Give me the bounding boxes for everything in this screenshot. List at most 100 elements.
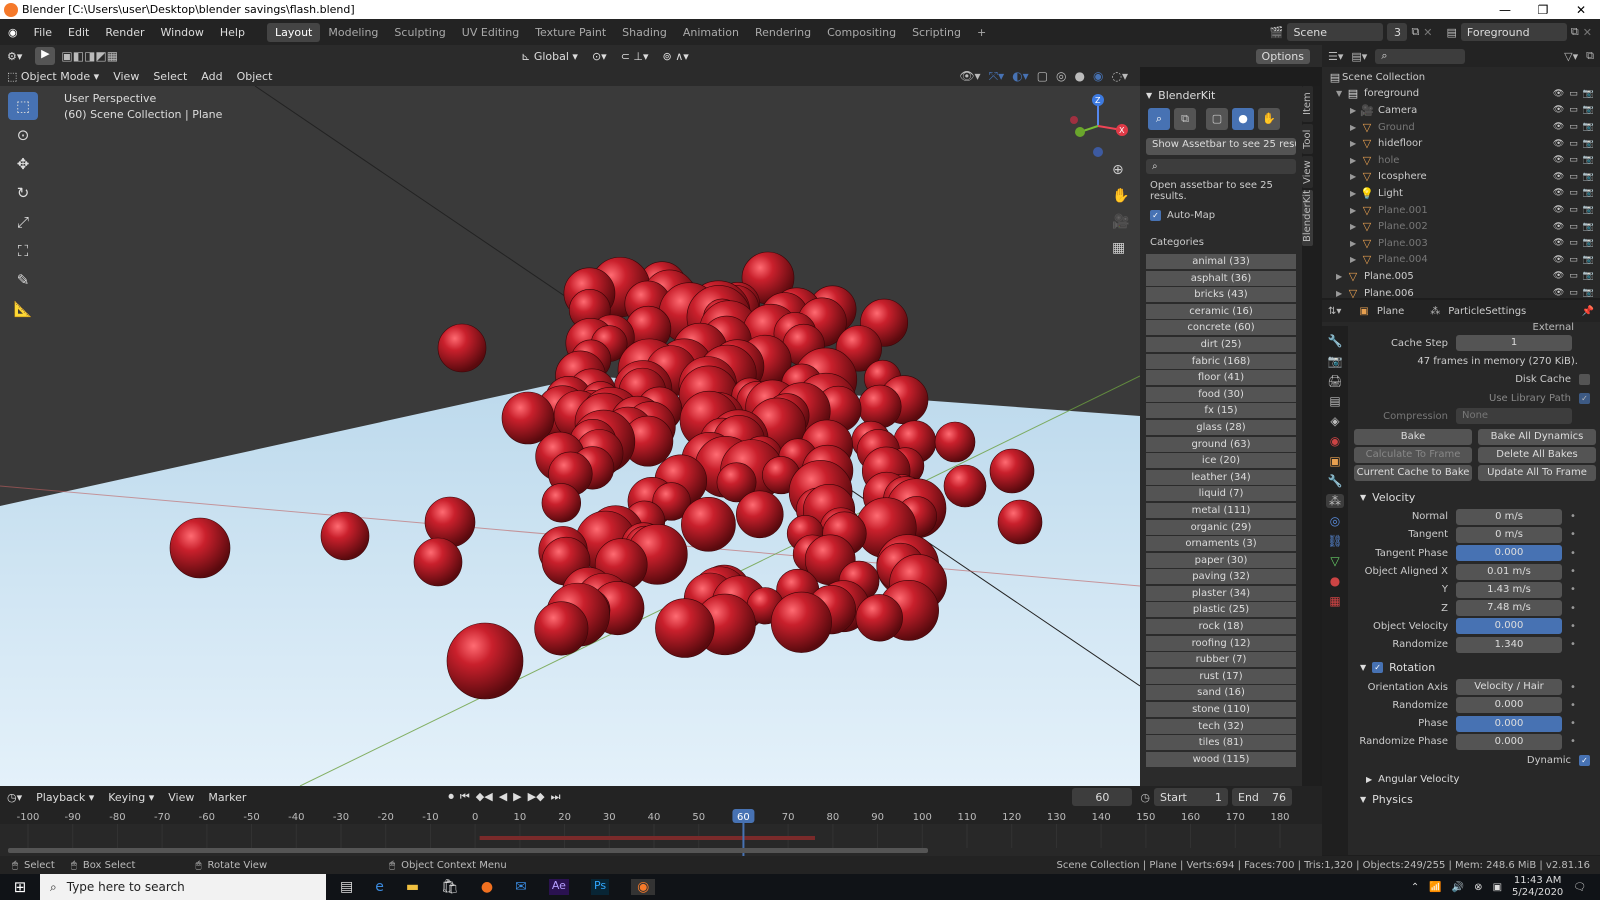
clock-time[interactable]: 11:43 AM bbox=[1512, 875, 1563, 887]
outliner-editor-icon[interactable]: ☰▾ bbox=[1328, 50, 1343, 63]
category-button[interactable]: food (30) bbox=[1146, 386, 1296, 402]
use-library-path-checkbox[interactable]: ✓ bbox=[1579, 392, 1590, 404]
category-button[interactable]: concrete (60) bbox=[1146, 320, 1296, 336]
viewport-toggle-icon[interactable]: ▭ bbox=[1569, 172, 1578, 182]
expand-toggle-icon[interactable]: ▶ bbox=[1350, 206, 1360, 215]
render-toggle-icon[interactable]: 📷 bbox=[1583, 155, 1594, 165]
outliner-row[interactable]: ▶ 🎥 Camera 👁 ▭ 📷 bbox=[1322, 102, 1600, 119]
visibility-toggle-icon[interactable]: 👁 bbox=[1553, 122, 1564, 132]
close-button[interactable]: ✕ bbox=[1562, 3, 1600, 17]
maximize-button[interactable]: ❐ bbox=[1524, 3, 1562, 17]
render-toggle-icon[interactable]: 📷 bbox=[1583, 271, 1594, 281]
category-button[interactable]: liquid (7) bbox=[1146, 486, 1296, 502]
snap-icon[interactable]: ⊂ ⊥▾ bbox=[614, 48, 656, 65]
workspace-tab-shading[interactable]: Shading bbox=[614, 23, 675, 42]
record-icon[interactable]: ⏺ bbox=[448, 790, 454, 804]
measure-icon[interactable]: 📐 bbox=[8, 295, 38, 323]
category-button[interactable]: paving (32) bbox=[1146, 569, 1296, 585]
expand-toggle-icon[interactable]: ▼ bbox=[1336, 89, 1346, 98]
velocity-panel-header[interactable]: ▼ Velocity bbox=[1352, 487, 1600, 507]
viewport-menu-object[interactable]: Object bbox=[230, 68, 280, 85]
end-frame-field[interactable]: End 76 bbox=[1232, 788, 1292, 806]
photoshop-icon[interactable]: Ps bbox=[590, 879, 610, 895]
jump-start-icon[interactable]: ⏮ bbox=[460, 790, 470, 804]
modifier-icon[interactable]: 🔧 bbox=[1328, 474, 1343, 488]
texture-icon[interactable]: ▦ bbox=[1329, 594, 1340, 608]
viewport-toggle-icon[interactable]: ▭ bbox=[1569, 89, 1578, 99]
viewport-toggle-icon[interactable]: ▭ bbox=[1569, 222, 1578, 232]
material-icon[interactable]: ● bbox=[1330, 574, 1340, 588]
render-toggle-icon[interactable]: 📷 bbox=[1583, 222, 1594, 232]
particles-icon[interactable]: ⁂ bbox=[1326, 494, 1344, 508]
render-icon[interactable]: 📷 bbox=[1328, 354, 1343, 368]
category-button[interactable]: ground (63) bbox=[1146, 436, 1296, 452]
outliner-row[interactable]: ▶ 💡 Light 👁 ▭ 📷 bbox=[1322, 185, 1600, 202]
outliner-row[interactable]: ▶ ▽ Icosphere 👁 ▭ 📷 bbox=[1322, 169, 1600, 186]
add-workspace-icon[interactable]: + bbox=[969, 23, 994, 42]
windows-start-icon[interactable]: ⊞ bbox=[0, 878, 40, 896]
category-button[interactable]: ice (20) bbox=[1146, 453, 1296, 469]
category-button[interactable]: rock (18) bbox=[1146, 619, 1296, 635]
expand-toggle-icon[interactable]: ▶ bbox=[1350, 156, 1360, 165]
shading-rendered-icon[interactable]: ◌▾ bbox=[1112, 69, 1129, 84]
annotate-icon[interactable]: ✎ bbox=[8, 266, 38, 294]
menu-render[interactable]: Render bbox=[97, 26, 152, 39]
output-icon[interactable]: 🖨 bbox=[1327, 374, 1342, 388]
visibility-toggle-icon[interactable]: 👁 bbox=[1553, 188, 1564, 198]
menu-edit[interactable]: Edit bbox=[60, 26, 97, 39]
viewport-menu-select[interactable]: Select bbox=[146, 68, 194, 85]
tray-up-icon[interactable]: ⌃ bbox=[1411, 882, 1419, 893]
tool-settings-icon[interactable]: 🔧 bbox=[1328, 334, 1343, 348]
category-button[interactable]: rubber (7) bbox=[1146, 652, 1296, 668]
scene-field[interactable]: Scene bbox=[1287, 23, 1384, 41]
property-field[interactable]: 0 m/s bbox=[1456, 508, 1562, 525]
category-button[interactable]: ornaments (3) bbox=[1146, 536, 1296, 552]
mode-dropdown[interactable]: ⬚ Object Mode ▾ bbox=[0, 68, 106, 85]
delete-all-bakes-button[interactable]: Delete All Bakes bbox=[1478, 447, 1596, 464]
category-button[interactable]: rust (17) bbox=[1146, 668, 1296, 684]
selection-mode-icons[interactable]: ▣◧◨◩▦ bbox=[61, 49, 118, 63]
editor-type-dropdown[interactable]: ⚙▾ bbox=[0, 48, 29, 65]
network-icon[interactable]: 📶 bbox=[1429, 882, 1441, 893]
category-button[interactable]: plaster (34) bbox=[1146, 585, 1296, 601]
view-layer-props-icon[interactable]: ▤ bbox=[1329, 394, 1340, 408]
workspace-tab-layout[interactable]: Layout bbox=[266, 22, 321, 42]
property-field[interactable]: 0.000 bbox=[1456, 618, 1562, 635]
outliner-row[interactable]: ▼ ▤ foreground 👁 ▭ 📷 bbox=[1322, 86, 1600, 103]
outliner-row[interactable]: ▶ ▽ Ground 👁 ▭ 📷 bbox=[1322, 119, 1600, 136]
navigation-gizmo[interactable]: Z X bbox=[1062, 90, 1132, 160]
category-button[interactable]: leather (34) bbox=[1146, 469, 1296, 485]
viewport-toggle-icon[interactable]: ▭ bbox=[1569, 271, 1578, 281]
pan-hand-icon[interactable]: ✋ bbox=[1112, 188, 1129, 204]
timeline-scrollbar[interactable] bbox=[8, 848, 928, 853]
keyframe-dot-icon[interactable]: • bbox=[1570, 700, 1576, 711]
properties-editor-icon[interactable]: ⇅▾ bbox=[1328, 306, 1341, 317]
xray-icon[interactable]: ▢ bbox=[1037, 69, 1048, 84]
brush-icon[interactable]: ✋ bbox=[1258, 108, 1280, 130]
notification-badge-icon[interactable]: ▣ bbox=[1493, 882, 1502, 893]
outliner-row[interactable]: ▶ ▽ Plane.005 👁 ▭ 📷 bbox=[1322, 268, 1600, 285]
remove-view-layer-icon[interactable]: ✕ bbox=[1583, 26, 1592, 39]
tool-select-icon[interactable]: ▶ bbox=[35, 47, 56, 65]
visibility-toggle-icon[interactable]: 👁 bbox=[1553, 139, 1564, 149]
new-view-layer-icon[interactable]: ⧉ bbox=[1571, 25, 1579, 39]
task-view-icon[interactable]: ▤ bbox=[340, 879, 353, 895]
workspace-tab-compositing[interactable]: Compositing bbox=[819, 23, 904, 42]
outliner-root[interactable]: ▤ Scene Collection bbox=[1322, 69, 1600, 86]
pivot-point-icon[interactable]: ⊙▾ bbox=[585, 48, 614, 65]
camera-view-icon[interactable]: 🎥 bbox=[1112, 214, 1129, 230]
keying-menu[interactable]: Keying ▾ bbox=[101, 789, 161, 806]
proportional-edit-icon[interactable]: ⊚ ∧▾ bbox=[656, 48, 696, 65]
firefox-icon[interactable]: ● bbox=[481, 879, 493, 895]
render-toggle-icon[interactable]: 📷 bbox=[1583, 139, 1594, 149]
expand-toggle-icon[interactable]: ▶ bbox=[1350, 172, 1360, 181]
property-field[interactable]: 7.48 m/s bbox=[1456, 600, 1562, 617]
outliner-row[interactable]: ▶ ▽ hidefloor 👁 ▭ 📷 bbox=[1322, 135, 1600, 152]
tab-tool[interactable]: Tool bbox=[1302, 124, 1313, 154]
render-toggle-icon[interactable]: 📷 bbox=[1583, 89, 1594, 99]
asset-search-input[interactable]: ⌕ bbox=[1146, 159, 1296, 174]
clock-icon[interactable]: ◷ bbox=[1140, 791, 1150, 804]
keyframe-dot-icon[interactable]: • bbox=[1570, 718, 1576, 729]
keyframe-dot-icon[interactable]: • bbox=[1570, 682, 1576, 693]
render-toggle-icon[interactable]: 📷 bbox=[1583, 122, 1594, 132]
